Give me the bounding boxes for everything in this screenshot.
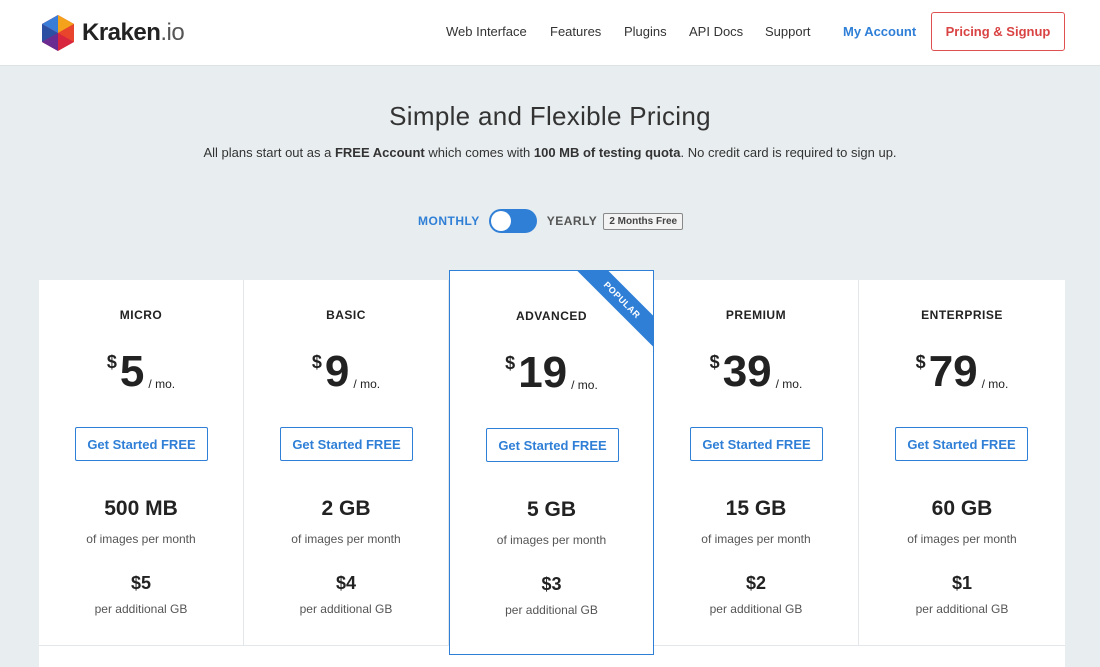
plan-extra-label: per additional GB (915, 602, 1009, 616)
plan-extra-label: per additional GB (299, 602, 393, 616)
get-started-button-enterprise[interactable]: Get Started FREE (895, 427, 1028, 461)
nav-features[interactable]: Features (550, 24, 601, 39)
price-amount: 79 (928, 347, 978, 396)
plan-extra-price: $1 (951, 573, 973, 593)
price-currency: $ (709, 352, 720, 372)
plan-extra-price: $4 (335, 573, 357, 593)
plan-name: BASIC (326, 308, 366, 322)
price-amount: 19 (518, 348, 568, 397)
price-currency: $ (915, 352, 926, 372)
nav-api-docs[interactable]: API Docs (689, 24, 743, 39)
price-currency: $ (311, 352, 322, 372)
nav-plugins[interactable]: Plugins (624, 24, 667, 39)
price-period: / mo. (981, 377, 1009, 391)
brand-tld: .io (160, 19, 185, 46)
plan-extra-price: $3 (541, 574, 562, 594)
plan-price: $ 19 / mo. (450, 347, 653, 399)
plan-quota: 2 GB (321, 497, 371, 520)
site-header: Kraken.io Web Interface Features Plugins… (0, 0, 1100, 66)
plan-quota-label: of images per month (496, 533, 607, 547)
billing-toggle-group: MONTHLY YEARLY 2 Months Free (418, 209, 684, 233)
plan-quota: 5 GB (526, 498, 576, 521)
billing-period-toggle[interactable] (488, 209, 537, 233)
plan-card-basic: BASIC $ 9 / mo. Get Started FREE 2 GB of… (244, 280, 449, 645)
price-amount: 9 (324, 347, 350, 396)
page-subtitle: All plans start out as a FREE Account wh… (0, 145, 1100, 160)
subtitle-bold-2: 100 MB of testing quota (533, 145, 681, 160)
plan-quota-label: of images per month (291, 532, 401, 546)
nav-my-account[interactable]: My Account (843, 24, 916, 39)
plan-card-enterprise: ENTERPRISE $ 79 / mo. Get Started FREE 6… (859, 280, 1065, 645)
plan-name: PREMIUM (725, 308, 787, 322)
plan-quota: 15 GB (725, 497, 787, 520)
monthly-label[interactable]: MONTHLY (418, 214, 480, 228)
plan-extra-label: per additional GB (94, 602, 188, 616)
plan-price: $ 5 / mo. (39, 346, 243, 398)
plan-card-advanced: POPULAR ADVANCED $ 19 / mo. Get Started … (449, 270, 654, 655)
get-started-button-premium[interactable]: Get Started FREE (690, 427, 823, 461)
toggle-knob (490, 211, 511, 231)
plan-extra-price: $5 (130, 573, 152, 593)
plan-card-micro: MICRO $ 5 / mo. Get Started FREE 500 MB … (39, 280, 244, 645)
subtitle-text-3: . No credit card is required to sign up. (680, 145, 897, 160)
price-currency: $ (505, 353, 516, 373)
plan-name: ENTERPRISE (921, 308, 1003, 322)
plan-extra-label: per additional GB (505, 603, 598, 617)
plan-quota: 500 MB (104, 497, 178, 520)
price-period: / mo. (571, 378, 598, 392)
pricing-plans: MICRO $ 5 / mo. Get Started FREE 500 MB … (39, 270, 1065, 667)
plan-quota-label: of images per month (701, 532, 811, 546)
price-period: / mo. (775, 377, 803, 391)
subtitle-text-1: All plans start out as a (203, 145, 335, 160)
yearly-label[interactable]: YEARLY (547, 214, 598, 228)
nav-support[interactable]: Support (765, 24, 811, 39)
price-currency: $ (106, 352, 117, 372)
plan-price: $ 79 / mo. (859, 346, 1065, 398)
nav-web-interface[interactable]: Web Interface (446, 24, 527, 39)
plan-name: ADVANCED (515, 309, 588, 323)
get-started-button-basic[interactable]: Get Started FREE (280, 427, 413, 461)
price-period: / mo. (353, 377, 381, 391)
plan-extra-price: $2 (745, 573, 767, 593)
get-started-button-micro[interactable]: Get Started FREE (75, 427, 208, 461)
page-title: Simple and Flexible Pricing (389, 101, 711, 131)
price-amount: 39 (722, 347, 772, 396)
plan-price: $ 39 / mo. (654, 346, 858, 398)
pricing-signup-button[interactable]: Pricing & Signup (931, 12, 1065, 51)
logo-text: Kraken.io (82, 19, 185, 47)
plan-extra-label: per additional GB (709, 602, 803, 616)
logo[interactable]: Kraken.io (38, 13, 185, 53)
price-amount: 5 (119, 347, 145, 396)
plan-name: MICRO (119, 308, 163, 322)
get-started-button-advanced[interactable]: Get Started FREE (486, 428, 619, 462)
yearly-discount-badge: 2 Months Free (603, 212, 684, 230)
brand-name: Kraken (82, 19, 161, 46)
plan-quota: 60 GB (931, 497, 993, 520)
subtitle-bold-1: FREE Account (334, 145, 425, 160)
subtitle-text-2: which comes with (424, 145, 534, 160)
plan-quota-label: of images per month (86, 532, 196, 546)
price-period: / mo. (148, 377, 176, 391)
plan-price: $ 9 / mo. (244, 346, 448, 398)
plan-quota-label: of images per month (907, 532, 1017, 546)
kraken-logo-icon (42, 15, 74, 51)
plan-card-premium: PREMIUM $ 39 / mo. Get Started FREE 15 G… (654, 280, 859, 645)
